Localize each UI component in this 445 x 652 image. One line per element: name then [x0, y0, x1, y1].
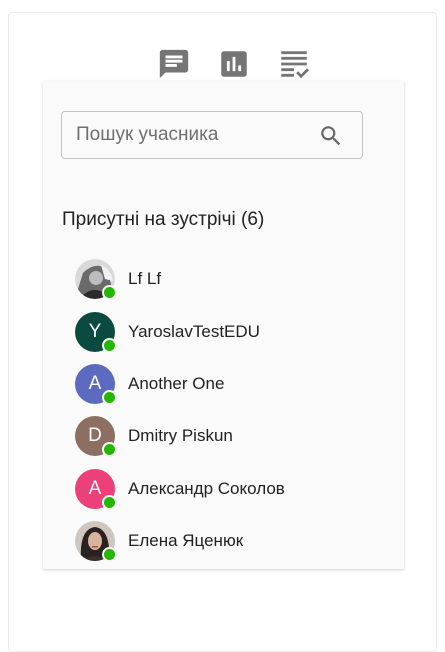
- poll-chart-icon: [221, 51, 247, 77]
- participant-name: Александр Соколов: [128, 478, 285, 498]
- participant-name: Another One: [128, 373, 225, 393]
- tab-chat[interactable]: [157, 47, 191, 81]
- avatar: Y: [75, 311, 117, 353]
- online-status-icon: [102, 285, 117, 301]
- avatar-initial: A: [88, 372, 102, 394]
- participant-name: Елена Яценюк: [128, 531, 244, 551]
- tab-polls[interactable]: [217, 47, 251, 81]
- online-status-icon: [102, 389, 117, 405]
- avatar-initial: D: [88, 425, 102, 447]
- list-item[interactable]: Y YaroslavTestEDU: [75, 305, 285, 357]
- online-status-icon: [102, 337, 117, 353]
- avatar: D: [75, 416, 117, 458]
- sidebar-container: Присутні на зустрічі (6): [8, 12, 437, 652]
- list-item[interactable]: Lf Lf: [75, 253, 285, 305]
- chat-icon: [159, 49, 189, 79]
- participant-name: Lf Lf: [128, 269, 162, 289]
- online-status-icon: [102, 494, 117, 510]
- participant-list: Lf Lf Y YaroslavTestEDU A Another One D …: [75, 253, 285, 567]
- participant-search: [61, 111, 363, 159]
- search-input[interactable]: [74, 112, 318, 158]
- avatar: A: [75, 363, 117, 405]
- avatar: A: [75, 468, 117, 510]
- online-status-icon: [102, 442, 117, 458]
- checklist-icon: [281, 51, 310, 79]
- avatar-initial: Y: [88, 320, 102, 342]
- list-item[interactable]: A Александр Соколов: [75, 463, 285, 515]
- participant-name: Dmitry Piskun: [128, 426, 233, 446]
- list-item[interactable]: Елена Яценюк: [75, 515, 285, 567]
- participants-title: Присутні на зустрічі (6): [62, 209, 265, 230]
- list-item[interactable]: A Another One: [75, 358, 285, 410]
- avatar: [75, 521, 117, 563]
- participant-name: YaroslavTestEDU: [128, 321, 260, 341]
- avatar: [75, 259, 117, 301]
- search-icon[interactable]: [318, 123, 344, 149]
- list-item[interactable]: D Dmitry Piskun: [75, 410, 285, 462]
- sidebar-tabs: [157, 47, 311, 81]
- avatar-initial: A: [88, 477, 102, 499]
- participants-panel: Присутні на зустрічі (6): [43, 81, 404, 569]
- tab-attendance[interactable]: [277, 47, 311, 81]
